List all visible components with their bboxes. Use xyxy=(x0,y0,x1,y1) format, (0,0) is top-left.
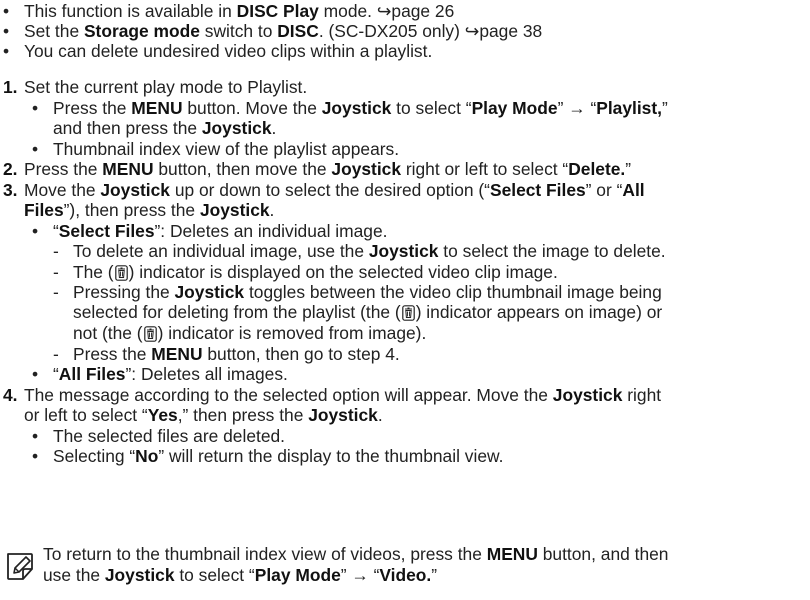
step-3-cont: Files”), then press the Joystick. xyxy=(24,200,275,220)
step-4-cont: or left to select “Yes,” then press the … xyxy=(24,405,383,425)
trash-icon xyxy=(401,305,415,321)
intro-bullet-1: This function is available in DISC Play … xyxy=(3,1,454,22)
step-4-bullet-1: The selected files are deleted. xyxy=(32,426,286,447)
step-3-dash-2: - The () indicator is displayed on the se… xyxy=(53,262,558,282)
step-number: 1. xyxy=(3,77,18,97)
intro-bullet-2: Set the Storage mode switch to DISC. (SC… xyxy=(3,21,542,42)
step-number: 2. xyxy=(3,159,18,179)
step-3-dash-1: - To delete an individual image, use the … xyxy=(53,241,666,261)
note-line-1: To return to the thumbnail index view of… xyxy=(43,544,669,564)
dash-text: The () indicator is displayed on the sel… xyxy=(73,262,558,282)
step-text: The message according to the selected op… xyxy=(24,385,662,405)
dash-text: Pressing the Joystick toggles between th… xyxy=(73,282,662,302)
dash-text: To delete an individual image, use the J… xyxy=(73,241,666,261)
trash-icon xyxy=(114,265,128,281)
dash-text: Press the MENU button, then go to step 4… xyxy=(73,344,400,364)
step-4-bullet-2: Selecting “No” will return the display t… xyxy=(32,446,503,467)
step-1: 1. Set the current play mode to Playlist… xyxy=(3,77,308,98)
step-4: 4. The message according to the selected… xyxy=(3,385,662,406)
trash-icon xyxy=(143,326,157,342)
step-1-bullet-2: Thumbnail index view of the playlist app… xyxy=(32,139,400,160)
step-1-bullet-1-cont: and then press the Joystick. xyxy=(53,118,277,138)
step-3: 3. Move the Joystick up or down to selec… xyxy=(3,180,645,201)
note-line-2: use the Joystick to select “Play Mode” →… xyxy=(43,565,438,585)
step-3-bullet-all-files: “All Files”: Deletes all images. xyxy=(32,364,288,385)
step-3-dash-3: - Pressing the Joystick toggles between t… xyxy=(53,282,662,302)
step-text: Set the current play mode to Playlist. xyxy=(24,77,308,97)
step-3-bullet-select-files: “Select Files”: Deletes an individual im… xyxy=(32,221,387,242)
note-pencil-icon xyxy=(7,553,33,580)
step-number: 3. xyxy=(3,180,18,200)
step-number: 4. xyxy=(3,385,18,405)
intro-bullet-3: You can delete undesired video clips wit… xyxy=(3,41,432,62)
step-text: Move the Joystick up or down to select t… xyxy=(24,180,645,200)
step-3-dash-4: - Press the MENU button, then go to step … xyxy=(53,344,400,364)
step-3-dash-3-cont-1: selected for deleting from the playlist … xyxy=(73,302,663,322)
step-3-dash-3-cont-2: not (the () indicator is removed from im… xyxy=(73,323,427,343)
bullet-text: The selected files are deleted. xyxy=(53,426,286,446)
step-2: 2. Press the MENU button, then move the … xyxy=(3,159,632,180)
bullet-text: Thumbnail index view of the playlist app… xyxy=(53,139,400,159)
step-1-bullet-1: Press the MENU button. Move the Joystick… xyxy=(32,98,668,119)
step-text: Press the MENU button, then move the Joy… xyxy=(24,159,632,179)
